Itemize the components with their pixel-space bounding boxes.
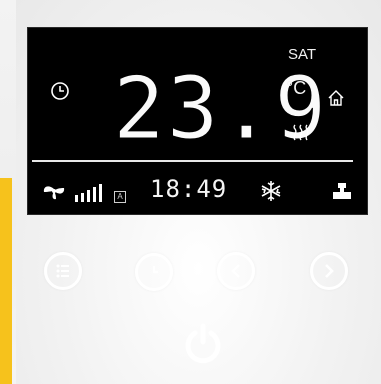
right-arrow-button[interactable] — [310, 252, 348, 290]
list-menu-icon — [56, 264, 69, 278]
auto-mode-badge: A — [114, 191, 126, 203]
snowflake-icon — [261, 181, 281, 201]
lcd-display: SAT 23.9 °C A 18:49 — [27, 27, 368, 215]
power-button[interactable] — [178, 318, 228, 368]
fan-icon — [43, 186, 65, 200]
clock-button[interactable] — [135, 253, 173, 291]
valve-icon — [333, 183, 351, 199]
chevron-left-icon — [231, 264, 240, 278]
power-icon — [185, 323, 221, 364]
clock-icon — [51, 82, 69, 100]
home-icon — [328, 90, 344, 106]
left-arrow-button[interactable] — [217, 252, 255, 290]
display-divider — [32, 160, 353, 162]
clock-icon — [152, 266, 158, 274]
chevron-right-icon — [325, 264, 334, 278]
fan-speed-bars-icon — [75, 184, 102, 202]
time-readout: 18:49 — [150, 175, 228, 203]
menu-button[interactable] — [44, 252, 82, 290]
heat-wave-icon — [293, 124, 309, 141]
accent-strip — [0, 178, 12, 384]
temperature-readout: 23.9 — [113, 59, 329, 159]
temperature-unit: °C — [286, 78, 307, 98]
